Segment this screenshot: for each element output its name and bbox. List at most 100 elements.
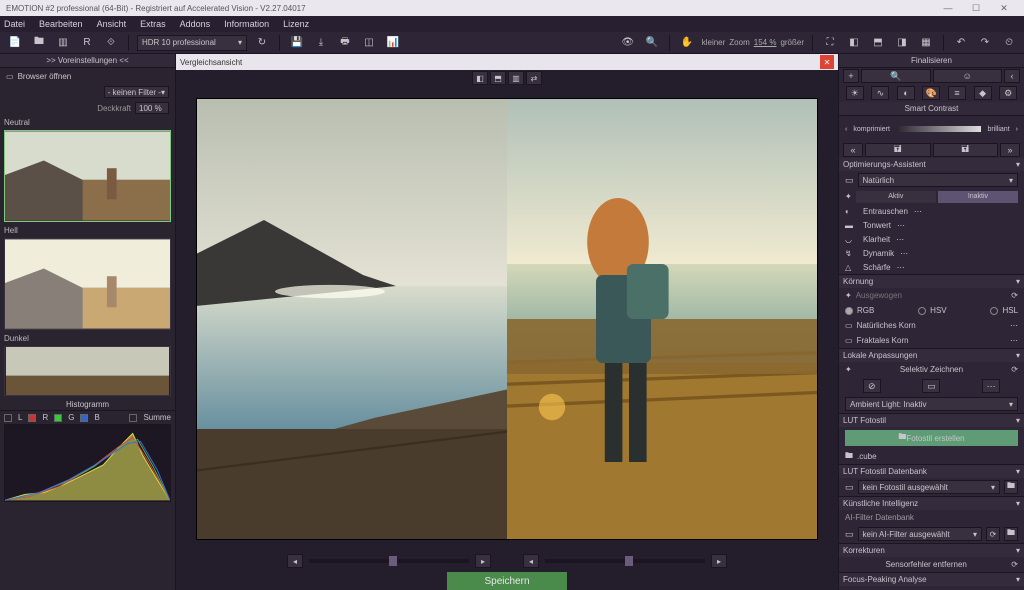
link-icon[interactable]: ⟐ <box>102 34 120 52</box>
smile-tab-icon[interactable]: ☺ <box>933 69 1003 83</box>
lut-header[interactable]: LUT Fotostil▾ <box>839 414 1024 427</box>
menu-extras[interactable]: Extras <box>140 19 166 29</box>
split-h-icon[interactable]: ◧ <box>845 34 863 52</box>
corrections-header[interactable]: Korrekturen▾ <box>839 544 1024 557</box>
collapse-icon[interactable]: ‹ <box>1004 69 1020 83</box>
maximize-button[interactable]: ☐ <box>962 3 990 14</box>
histo-r-check[interactable] <box>28 414 36 422</box>
slider2-left-icon[interactable]: ◂ <box>523 554 539 568</box>
menu-lizenz[interactable]: Lizenz <box>283 19 309 29</box>
eye-icon[interactable]: 👁 <box>619 34 637 52</box>
hsv-radio[interactable] <box>918 307 926 315</box>
zoom-icon[interactable]: 🔍 <box>643 34 661 52</box>
preset-thumb-dunkel[interactable] <box>4 346 171 396</box>
preset-dropdown[interactable]: HDR 10 professional▾ <box>137 35 247 51</box>
split-v-icon[interactable]: ⬒ <box>869 34 887 52</box>
add-tab-icon[interactable]: + <box>843 69 859 83</box>
compare-swap-icon[interactable]: ⇄ <box>526 71 542 85</box>
aktiv-toggle[interactable]: Aktiv <box>856 191 936 203</box>
histo-l-check[interactable] <box>4 414 12 422</box>
curve-icon[interactable]: ∿ <box>871 86 889 100</box>
opacity-value[interactable]: 100 % <box>135 102 169 114</box>
grain-header[interactable]: Körnung▾ <box>839 275 1024 288</box>
preset-thumb-hell[interactable] <box>4 238 171 330</box>
preset-a-button[interactable]: 🖬 <box>865 143 931 157</box>
local-header[interactable]: Lokale Anpassungen▾ <box>839 349 1024 362</box>
compare-slider-2[interactable] <box>545 559 705 563</box>
inaktiv-toggle[interactable]: Inaktiv <box>938 191 1018 203</box>
histo-g-check[interactable] <box>54 414 62 422</box>
sharpen-icon[interactable]: ◆ <box>974 86 992 100</box>
ai-folder-icon[interactable]: 🖿 <box>1004 527 1018 541</box>
compare-icon[interactable]: ◨ <box>893 34 911 52</box>
compare-strip-icon[interactable]: ▥ <box>508 71 524 85</box>
minimize-button[interactable]: — <box>934 3 962 13</box>
slider-left-icon[interactable]: ◂ <box>287 554 303 568</box>
open-folder-icon[interactable]: 🖿 <box>30 34 48 52</box>
ai-header[interactable]: Künstliche Intelligenz▾ <box>839 497 1024 510</box>
rgb-radio[interactable] <box>845 307 853 315</box>
presets-header: >> Voreinstellungen << <box>0 54 175 68</box>
compare-side-icon[interactable]: ◧ <box>472 71 488 85</box>
search-tab-icon[interactable]: 🔍 <box>861 69 931 83</box>
preset-thumb-neutral[interactable] <box>4 130 171 222</box>
save-icon[interactable]: 💾 <box>288 34 306 52</box>
history-icon[interactable]: ⏲ <box>1000 34 1018 52</box>
mask-more-icon[interactable]: ⋯ <box>982 379 1000 393</box>
redo-icon[interactable]: ↷ <box>976 34 994 52</box>
lutdb-folder-icon[interactable]: 🖿 <box>1004 480 1018 494</box>
slider2-right-icon[interactable]: ▸ <box>711 554 727 568</box>
lutdb-header[interactable]: LUT Fotostil Datenbank▾ <box>839 465 1024 478</box>
palette-icon[interactable]: 🎨 <box>922 86 940 100</box>
focus-header[interactable]: Focus-Peaking Analyse▾ <box>839 573 1024 586</box>
menu-information[interactable]: Information <box>224 19 269 29</box>
crop-icon[interactable]: ◫ <box>360 34 378 52</box>
contrast-slider[interactable] <box>896 126 982 132</box>
nav-first-icon[interactable]: « <box>843 143 863 157</box>
hsl-radio[interactable] <box>990 307 998 315</box>
batch-icon[interactable]: ▥ <box>54 34 72 52</box>
mask-hide-icon[interactable]: ⊘ <box>863 379 881 393</box>
drop-icon[interactable]: ◐ <box>897 86 915 100</box>
histo-b-check[interactable] <box>80 414 88 422</box>
fit-icon[interactable]: ⛶ <box>821 34 839 52</box>
refresh-icon[interactable]: ↻ <box>253 34 271 52</box>
preset-b-button[interactable]: 🖬 <box>933 143 999 157</box>
undo-icon[interactable]: ↶ <box>952 34 970 52</box>
histogram-toolbar: L R G B Summe <box>0 410 175 424</box>
grid-icon[interactable]: ▦ <box>917 34 935 52</box>
menu-datei[interactable]: Datei <box>4 19 25 29</box>
histo-sum-check[interactable] <box>129 414 137 422</box>
ambient-dropdown[interactable]: Ambient Light: Inaktiv▾ <box>845 397 1018 411</box>
mask-img-icon[interactable]: ▭ <box>922 379 940 393</box>
ai-reload-icon[interactable]: ⟳ <box>986 527 1000 541</box>
create-lut-button[interactable]: 🖿 Fotostil erstellen <box>845 430 1018 446</box>
ai-dropdown[interactable]: kein AI-Filter ausgewählt▾ <box>858 527 982 541</box>
nav-last-icon[interactable]: » <box>1000 143 1020 157</box>
filter-dropdown[interactable]: - keinen Filter -▾ <box>104 86 169 98</box>
layers-icon[interactable]: ≡ <box>948 86 966 100</box>
menu-bearbeiten[interactable]: Bearbeiten <box>39 19 83 29</box>
left-panel: >> Voreinstellungen << ▭Browser öffnen -… <box>0 54 176 590</box>
save-button[interactable]: Speichern <box>447 572 567 590</box>
hand-icon[interactable]: ✋ <box>678 34 696 52</box>
compare-slider[interactable] <box>309 559 469 563</box>
gear-icon[interactable]: ⚙ <box>999 86 1017 100</box>
canvas[interactable] <box>176 86 838 552</box>
close-button[interactable]: ✕ <box>990 3 1018 14</box>
menu-addons[interactable]: Addons <box>180 19 211 29</box>
close-document-button[interactable]: ✕ <box>820 55 834 69</box>
histogram-icon[interactable]: 📊 <box>384 34 402 52</box>
lutdb-dropdown[interactable]: kein Fotostil ausgewählt▾ <box>858 480 1000 494</box>
raw-icon[interactable]: R <box>78 34 96 52</box>
open-file-icon[interactable]: 📄 <box>6 34 24 52</box>
optimization-header[interactable]: Optimierungs-Assistent▾ <box>839 158 1024 171</box>
open-browser-row[interactable]: ▭Browser öffnen <box>0 68 175 84</box>
optimization-dropdown[interactable]: Natürlich▾ <box>858 173 1018 187</box>
export-icon[interactable]: ⤓ <box>312 34 330 52</box>
compare-top-icon[interactable]: ⬒ <box>490 71 506 85</box>
sun-icon[interactable]: ☀ <box>846 86 864 100</box>
menu-ansicht[interactable]: Ansicht <box>97 19 127 29</box>
slider-right-icon[interactable]: ▸ <box>475 554 491 568</box>
print-icon[interactable]: 🖶 <box>336 34 354 52</box>
